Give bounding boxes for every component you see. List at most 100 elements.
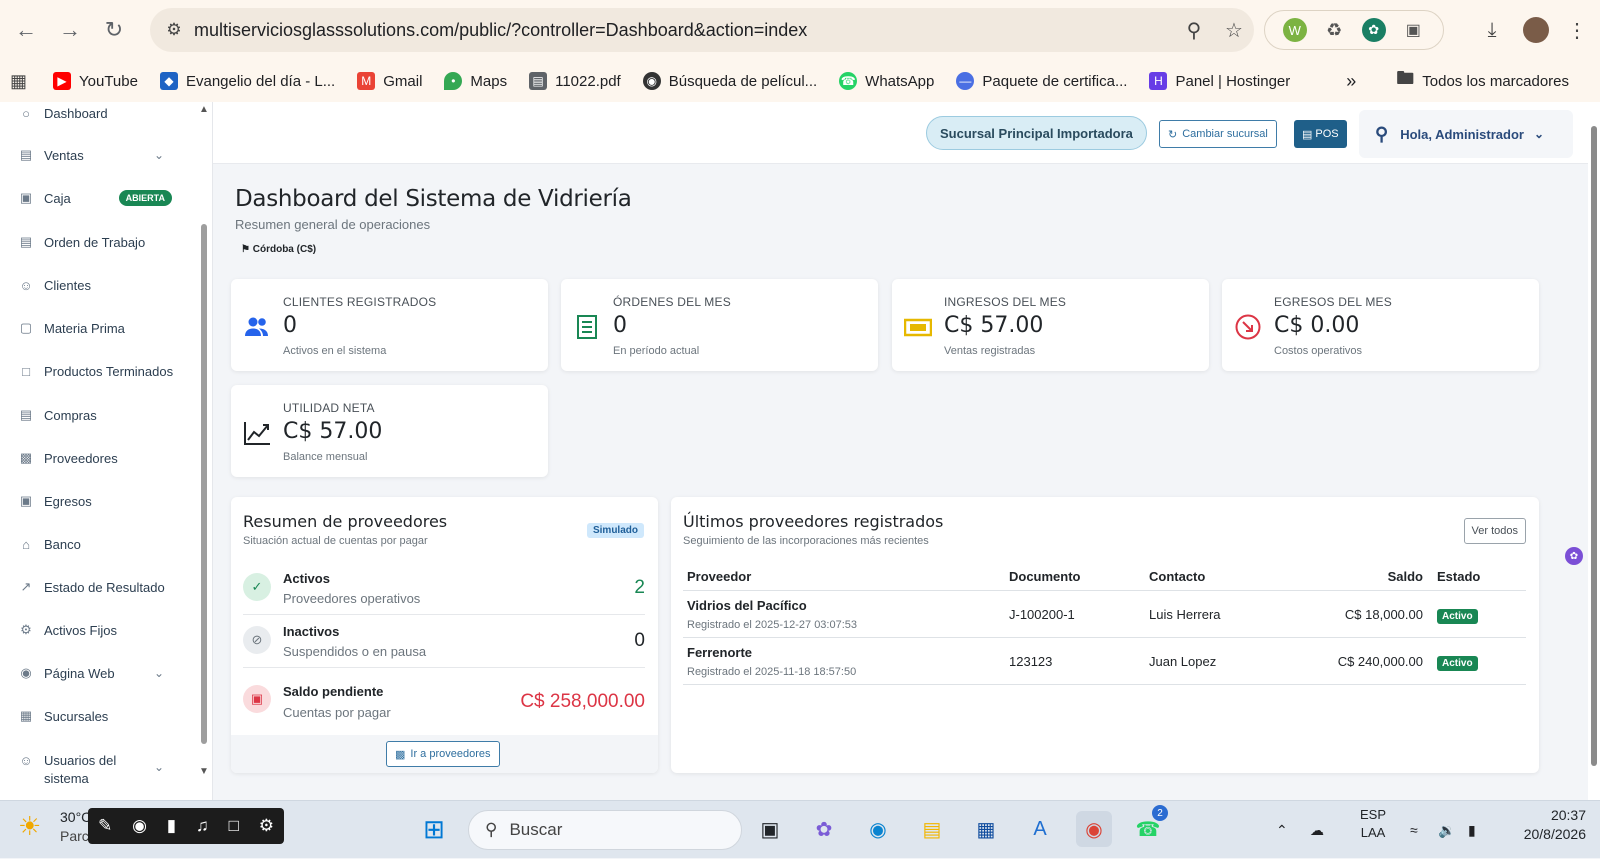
sidebar-item-caja[interactable]: ▣ Caja ABIERTA bbox=[0, 183, 190, 213]
scrollbar-thumb[interactable] bbox=[201, 224, 207, 744]
bookmark-hostinger[interactable]: H Panel | Hostinger bbox=[1149, 72, 1290, 90]
battery-icon[interactable]: ▮ bbox=[1468, 801, 1476, 859]
scrollbar-thumb[interactable] bbox=[1591, 126, 1597, 766]
openai-extension-icon[interactable]: ✿ bbox=[1361, 18, 1386, 42]
back-icon[interactable]: ← bbox=[6, 10, 46, 50]
weather-temp[interactable]: 30°C bbox=[60, 809, 91, 825]
edge-icon[interactable]: ◉ bbox=[860, 811, 896, 847]
summary-row-value: C$ 258,000.00 bbox=[520, 691, 645, 712]
scroll-up-icon[interactable]: ▲ bbox=[199, 104, 209, 115]
currency-label: Córdoba (C$) bbox=[252, 244, 317, 255]
star-icon[interactable]: ☆ bbox=[1214, 18, 1254, 43]
chevron-up-icon[interactable]: ⌃ bbox=[1276, 801, 1288, 859]
sidebar-item-orden-trabajo[interactable]: ▤ Orden de Trabajo bbox=[0, 227, 190, 257]
weather-icon[interactable]: ☀ bbox=[18, 811, 54, 847]
sidebar-item-materia-prima[interactable]: ▢ Materia Prima bbox=[0, 313, 190, 343]
more-bookmarks-button[interactable]: » bbox=[1346, 71, 1356, 92]
volume-icon[interactable]: 🔉 bbox=[1438, 801, 1455, 859]
site-info-icon[interactable]: ⚙ bbox=[154, 8, 194, 52]
column-header[interactable]: Estado bbox=[1433, 563, 1526, 591]
bookmark-label: 11022.pdf bbox=[555, 72, 621, 90]
sidebar-item-proveedores[interactable]: ▩ Proveedores bbox=[0, 443, 190, 473]
sidebar-item-clientes[interactable]: ☺ Clientes bbox=[0, 270, 190, 300]
taskbar-search[interactable]: ⚲ Buscar bbox=[468, 810, 742, 850]
window-icon[interactable]: □ bbox=[229, 816, 239, 836]
file-explorer-icon[interactable]: ▤ bbox=[914, 811, 950, 847]
column-header[interactable]: Saldo bbox=[1265, 563, 1433, 591]
change-branch-button[interactable]: ↻ Cambiar sucursal bbox=[1159, 120, 1277, 148]
users-icon bbox=[243, 313, 271, 341]
sidebar-item-ventas[interactable]: ▤ Ventas ⌄ bbox=[0, 140, 190, 170]
bookmark-gmail[interactable]: M Gmail bbox=[357, 72, 422, 90]
app-a-icon[interactable]: A bbox=[1022, 811, 1058, 847]
zoom-icon[interactable]: ⚲ bbox=[1174, 18, 1214, 43]
language-indicator[interactable]: ESP LAA bbox=[1360, 807, 1386, 840]
sidebar-item-label: Estado de Resultado bbox=[44, 579, 165, 595]
store-icon[interactable]: ▦ bbox=[968, 811, 1004, 847]
all-bookmarks[interactable]: 🖿 Todos los marcadores bbox=[1396, 66, 1569, 96]
wifi-icon[interactable]: ≈ bbox=[1410, 801, 1418, 859]
edit-icon[interactable]: ✎ bbox=[98, 816, 112, 836]
sidebar-item-dashboard[interactable]: ○ Dashboard bbox=[0, 102, 190, 128]
pos-button[interactable]: ▤ POS bbox=[1294, 120, 1347, 148]
scroll-down-icon[interactable]: ▼ bbox=[199, 766, 209, 777]
video-icon[interactable]: ▮ bbox=[167, 816, 176, 836]
column-header[interactable]: Proveedor bbox=[683, 563, 1005, 591]
view-all-button[interactable]: Ver todos bbox=[1463, 518, 1526, 544]
cloud-off-icon[interactable]: ☁ bbox=[1310, 801, 1324, 859]
stat-sub: En período actual bbox=[613, 345, 700, 357]
menu-icon[interactable]: ⋮ bbox=[1562, 12, 1592, 48]
page-scrollbar[interactable] bbox=[1588, 102, 1600, 800]
sidebar-item-productos-terminados[interactable]: □ Productos Terminados bbox=[0, 356, 190, 386]
clock[interactable]: 20:37 20/8/2026 bbox=[1510, 807, 1586, 842]
sidebar-item-banco[interactable]: ⌂ Banco bbox=[0, 529, 190, 559]
windows-start-icon[interactable]: ⊞ bbox=[416, 811, 452, 847]
address-bar[interactable]: ⚙ multiserviciosglasssolutions.com/publi… bbox=[150, 8, 1254, 52]
copilot-icon[interactable]: ✿ bbox=[806, 811, 842, 847]
branch-pill[interactable]: Sucursal Principal Importadora bbox=[926, 116, 1147, 150]
bookmark-busqueda[interactable]: ◉ Búsqueda de películ... bbox=[642, 72, 817, 90]
sidebar-scrollbar[interactable]: ▲ ▼ bbox=[199, 102, 209, 800]
profile-avatar[interactable] bbox=[1518, 12, 1554, 48]
sidebar-item-activos-fijos[interactable]: ⚙ Activos Fijos bbox=[0, 615, 190, 645]
stat-value: C$ 57.00 bbox=[283, 419, 383, 444]
sidebar-item-label: Compras bbox=[44, 407, 97, 423]
task-view-icon[interactable]: ▣ bbox=[752, 811, 788, 847]
url-text[interactable]: multiserviciosglasssolutions.com/public/… bbox=[194, 20, 1174, 41]
search-placeholder: Buscar bbox=[509, 820, 563, 839]
bookmark-maps[interactable]: • Maps bbox=[444, 72, 507, 90]
bookmark-evangelio[interactable]: ◆ Evangelio del día - L... bbox=[159, 72, 335, 90]
sidebar-item-pagina-web[interactable]: ◉ Página Web ⌄ bbox=[0, 658, 190, 688]
sidebar-item-sucursales[interactable]: ▦ Sucursales bbox=[0, 701, 190, 731]
camera-icon[interactable]: ◉ bbox=[132, 816, 147, 836]
summary-row-value: 0 bbox=[634, 630, 645, 651]
apps-icon[interactable]: ▦ bbox=[10, 71, 27, 92]
bookmark-whatsapp[interactable]: ☎ WhatsApp bbox=[839, 72, 934, 90]
column-header[interactable]: Contacto bbox=[1145, 563, 1265, 591]
puzzle-icon[interactable]: ▣ bbox=[1401, 18, 1425, 42]
stat-label: ÓRDENES DEL MES bbox=[613, 295, 731, 309]
microphone-icon[interactable]: ♫ bbox=[196, 816, 209, 836]
chrome-icon[interactable]: ◉ bbox=[1076, 811, 1112, 847]
forward-icon[interactable]: → bbox=[50, 10, 90, 50]
sidebar-item-egresos[interactable]: ▣ Egresos bbox=[0, 486, 190, 516]
user-menu[interactable]: ⚲ Hola, Administrador ⌄ bbox=[1359, 110, 1573, 158]
column-header[interactable]: Documento bbox=[1005, 563, 1145, 591]
evangelio-icon: ◆ bbox=[159, 72, 178, 90]
wa-extension-icon[interactable]: W bbox=[1282, 18, 1307, 42]
download-icon[interactable]: ⤓ bbox=[1474, 12, 1510, 48]
reload-icon[interactable]: ↻ bbox=[94, 10, 134, 50]
sidebar-item-usuarios[interactable]: ☺ Usuarios del sistema ⌄ bbox=[0, 744, 190, 788]
recycle-extension-icon[interactable]: ♻ bbox=[1322, 18, 1346, 42]
tag-icon: ⚑ bbox=[241, 244, 250, 255]
bookmark-youtube[interactable]: ▶ YouTube bbox=[53, 72, 138, 90]
sidebar-item-compras[interactable]: ▤ Compras bbox=[0, 400, 190, 430]
bookmark-paquete[interactable]: — Paquete de certifica... bbox=[956, 72, 1127, 90]
bookmark-pdf[interactable]: ▤ 11022.pdf bbox=[529, 72, 621, 90]
go-suppliers-button[interactable]: ▩ Ir a proveedores bbox=[386, 741, 500, 767]
sidebar-item-estado-resultado[interactable]: ↗ Estado de Resultado bbox=[0, 572, 190, 602]
table-row[interactable]: Vidrios del Pacífico Registrado el 2025-1… bbox=[683, 590, 1526, 638]
assistant-floating-icon[interactable]: ✿ bbox=[1565, 547, 1583, 565]
gear-icon[interactable]: ⚙ bbox=[259, 816, 274, 836]
table-row[interactable]: Ferrenorte Registrado el 2025-11-18 18:57… bbox=[683, 637, 1526, 685]
